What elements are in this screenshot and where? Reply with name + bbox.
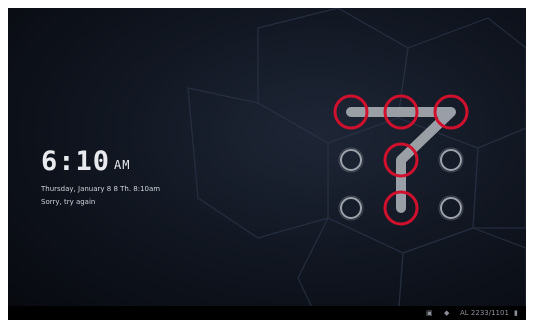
lock-screen: 6:10 AM Thursday, January 8 8 Th. 8:10am … xyxy=(8,8,526,320)
notification-icon[interactable]: ▣ xyxy=(426,308,433,318)
pattern-dot-6[interactable] xyxy=(438,147,464,173)
status-text: AL 2233/1101 xyxy=(460,309,509,317)
pattern-dot-7[interactable] xyxy=(338,195,364,221)
pattern-dot-4[interactable] xyxy=(338,147,364,173)
wifi-icon: ◆ xyxy=(444,309,450,317)
pattern-lock-grid[interactable] xyxy=(8,8,526,320)
system-bar: ▣ ◆ AL 2233/1101 ▮ xyxy=(8,306,526,320)
pattern-dot-9[interactable] xyxy=(438,195,464,221)
battery-icon: ▮ xyxy=(514,309,518,317)
pattern-path-line xyxy=(346,107,456,213)
